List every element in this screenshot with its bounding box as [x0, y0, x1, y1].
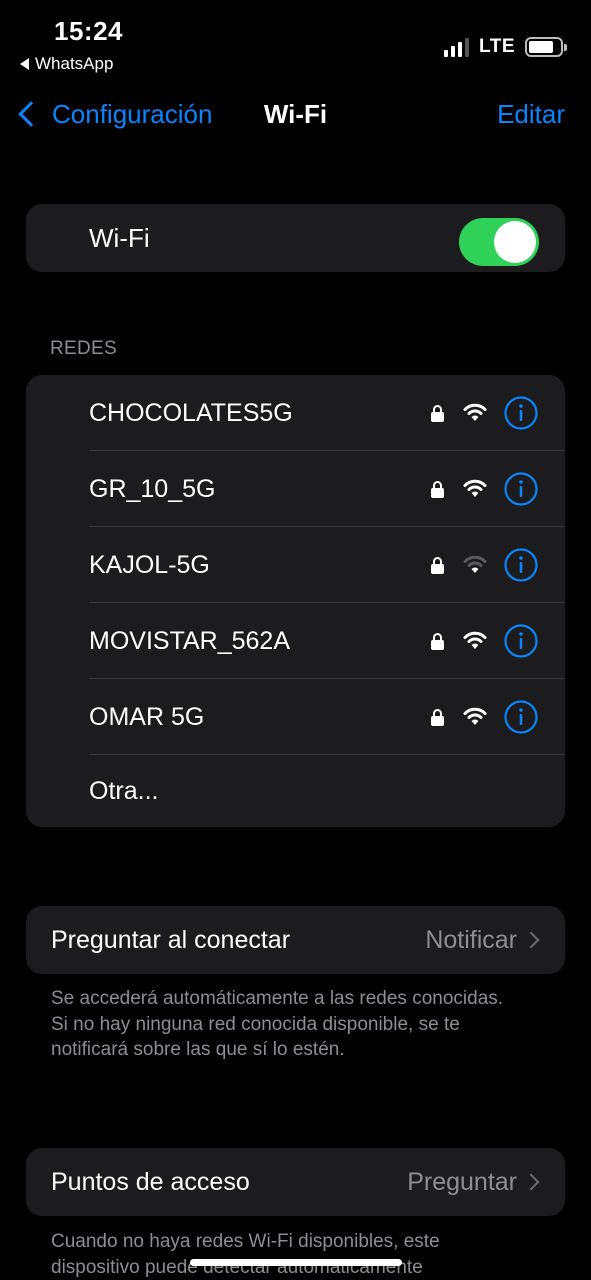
network-type: LTE [479, 36, 515, 57]
info-icon[interactable] [504, 700, 538, 734]
return-to-app-link[interactable]: WhatsApp [20, 54, 113, 74]
info-icon[interactable] [504, 548, 538, 582]
chevron-right-icon [522, 931, 540, 949]
other-network-label: Otra... [89, 777, 159, 805]
hotspot-row[interactable]: Puntos de acceso Preguntar [26, 1148, 565, 1216]
home-indicator[interactable] [190, 1259, 402, 1266]
networks-list: CHOCOLATES5G GR_10_5G KAJOL-5G MOVISTAR_… [26, 375, 565, 827]
return-app-label: WhatsApp [35, 54, 114, 73]
lock-icon [431, 481, 444, 498]
hotspot-label: Puntos de acceso [51, 1168, 250, 1196]
ask-to-join-row[interactable]: Preguntar al conectar Notificar [26, 906, 565, 974]
network-row[interactable]: OMAR 5G [26, 679, 565, 755]
wifi-signal-icon [463, 403, 487, 421]
wifi-signal-icon [463, 631, 487, 649]
ask-to-join-label: Preguntar al conectar [51, 926, 291, 954]
lock-icon [431, 557, 444, 574]
network-name: OMAR 5G [89, 703, 205, 731]
network-name: GR_10_5G [89, 475, 216, 503]
info-icon[interactable] [504, 624, 538, 658]
network-row[interactable]: CHOCOLATES5G [26, 375, 565, 451]
lock-icon [431, 709, 444, 726]
chevron-right-icon [522, 1173, 540, 1191]
lock-icon [431, 633, 444, 650]
other-network-row[interactable]: Otra... [26, 755, 565, 827]
wifi-signal-icon [463, 555, 487, 573]
network-name: MOVISTAR_562A [89, 627, 291, 655]
hotspot-footnote: Cuando no haya redes Wi-Fi disponibles, … [51, 1231, 440, 1278]
battery-icon [525, 37, 567, 57]
info-icon[interactable] [504, 396, 538, 430]
ask-to-join-footnote: Se accederá automáticamente a las redes … [51, 988, 504, 1060]
status-indicators: LTE [444, 36, 567, 58]
networks-section-header: REDES [50, 338, 117, 359]
status-time: 15:24 [54, 16, 123, 46]
network-name: KAJOL-5G [89, 551, 210, 579]
lock-icon [431, 405, 444, 422]
info-icon[interactable] [504, 472, 538, 506]
back-arrow-icon [20, 58, 29, 70]
hotspot-value: Preguntar [407, 1168, 517, 1196]
network-row[interactable]: MOVISTAR_562A [26, 603, 565, 679]
network-name: CHOCOLATES5G [89, 399, 293, 427]
network-row[interactable]: KAJOL-5G [26, 527, 565, 603]
wifi-signal-icon [463, 479, 487, 497]
wifi-label: Wi-Fi [89, 223, 150, 253]
ask-to-join-value: Notificar [425, 926, 517, 954]
cellular-signal-icon [444, 37, 470, 57]
network-row[interactable]: GR_10_5G [26, 451, 565, 527]
toggle-knob [494, 221, 536, 263]
wifi-signal-icon [463, 707, 487, 725]
wifi-toggle-row: Wi-Fi [26, 204, 565, 272]
edit-button[interactable]: Editar [497, 96, 565, 132]
wifi-toggle[interactable] [459, 218, 539, 266]
